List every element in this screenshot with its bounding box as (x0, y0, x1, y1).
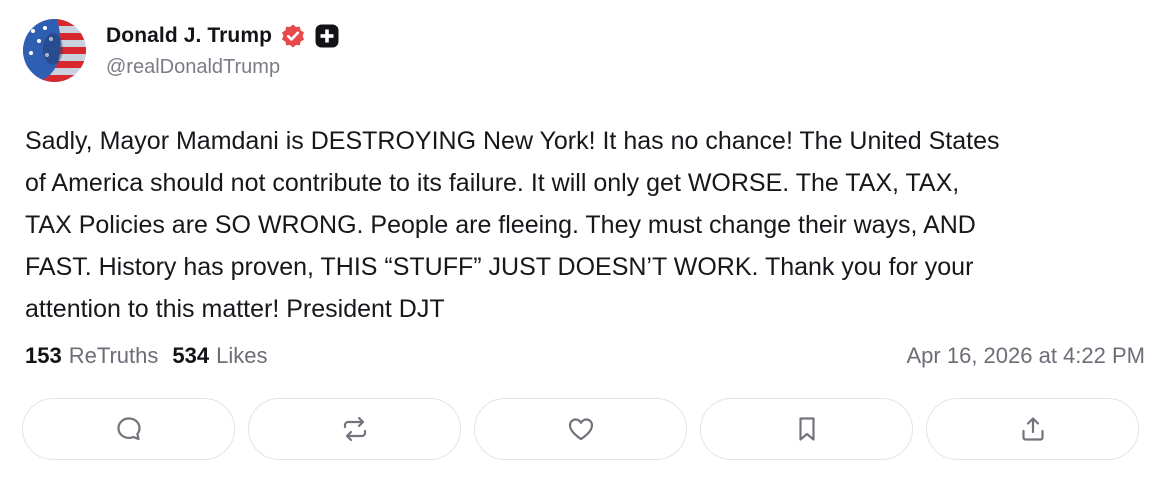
post-timestamp[interactable]: Apr 16, 2026 at 4:22 PM (907, 343, 1146, 369)
like-button[interactable] (474, 398, 687, 460)
likes-stat[interactable]: 534 Likes (172, 343, 267, 369)
author-name-row: Donald J. Trump (106, 23, 340, 49)
likes-label: Likes (216, 343, 268, 368)
post-stats: 153 ReTruths 534 Likes (25, 343, 267, 369)
post-line: of America should not contribute to its … (25, 169, 960, 197)
retruth-button[interactable] (248, 398, 461, 460)
post-line: Sadly, Mayor Mamdani is DESTROYING New Y… (25, 127, 1000, 155)
retruths-stat[interactable]: 153 ReTruths (25, 343, 158, 369)
post-body: Sadly, Mayor Mamdani is DESTROYING New Y… (25, 120, 1140, 330)
author-display-name[interactable]: Donald J. Trump (106, 24, 272, 48)
retruth-icon (343, 416, 366, 442)
retruths-label: ReTruths (68, 343, 159, 368)
like-icon (568, 418, 593, 441)
reply-button[interactable] (22, 398, 235, 460)
bookmark-icon (798, 417, 815, 441)
post-line: attention to this matter! President DJT (25, 295, 445, 323)
author-handle[interactable]: @realDonaldTrump (106, 56, 280, 79)
post-line: TAX Policies are SO WRONG. People are fl… (25, 211, 976, 239)
reply-icon (116, 417, 141, 441)
verified-badge-icon (280, 23, 306, 49)
likes-count: 534 (172, 343, 210, 368)
action-bar (22, 398, 1139, 460)
plus-badge-icon (314, 23, 340, 49)
post-line: FAST. History has proven, THIS “STUFF” J… (25, 253, 974, 281)
flag-portrait-avatar (23, 19, 86, 82)
share-button[interactable] (926, 398, 1139, 460)
share-icon (1021, 417, 1044, 441)
retruths-count: 153 (25, 343, 62, 368)
truth-post: Donald J. Trump @realDonaldTrump Sadly, … (0, 0, 1170, 481)
bookmark-button[interactable] (700, 398, 913, 460)
avatar[interactable] (23, 19, 86, 82)
